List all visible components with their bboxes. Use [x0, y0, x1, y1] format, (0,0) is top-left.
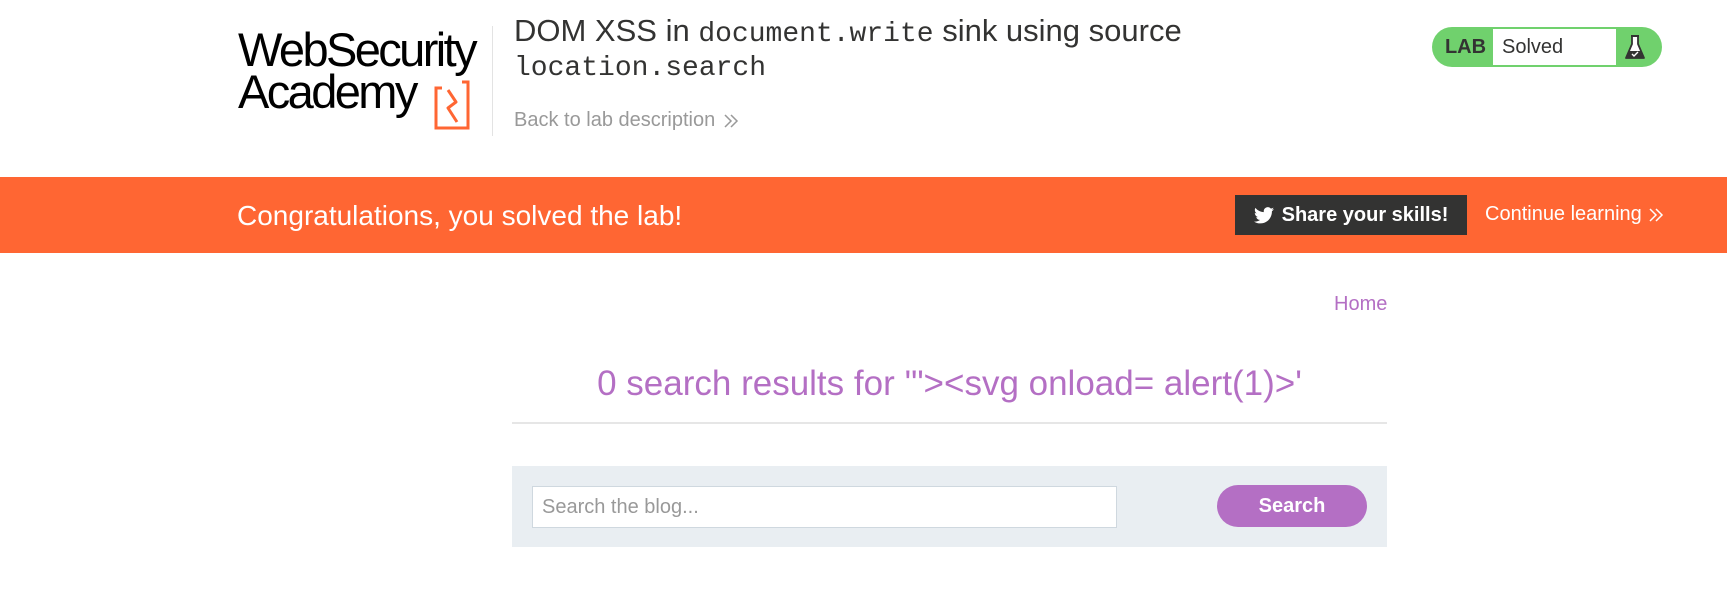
back-to-lab-description-link[interactable]: Back to lab description — [514, 109, 739, 132]
logo-line-2: Academy — [238, 65, 418, 118]
lab-title: DOM XSS in document.write sink using sou… — [514, 13, 1182, 84]
lab-status-text: Solved — [1493, 29, 1616, 65]
lab-header: WebSecurity Academy DOM XSS in document.… — [0, 0, 1727, 176]
heading-divider — [512, 422, 1387, 424]
blog-search-form: Search — [512, 466, 1387, 547]
lab-status-widget: LAB Solved — [1432, 27, 1662, 67]
back-link-label: Back to lab description — [514, 109, 716, 131]
web-security-academy-logo[interactable]: WebSecurity Academy — [238, 24, 488, 130]
double-chevron-right-icon — [1649, 207, 1663, 222]
search-button[interactable]: Search — [1217, 485, 1367, 527]
search-results-heading: 0 search results for '"><svg onload= ale… — [597, 364, 1302, 403]
congratulations-banner: Congratulations, you solved the lab! Sha… — [0, 177, 1727, 253]
share-your-skills-button[interactable]: Share your skills! — [1235, 195, 1467, 235]
double-chevron-right-icon — [724, 113, 739, 128]
continue-learning-label: Continue learning — [1485, 203, 1642, 225]
search-input[interactable] — [532, 486, 1117, 528]
lab-badge: LAB — [1444, 35, 1487, 58]
lab-title-block: DOM XSS in document.write sink using sou… — [514, 13, 1234, 84]
logo-lightning-icon — [434, 80, 470, 130]
share-button-label: Share your skills! — [1281, 203, 1449, 226]
twitter-icon — [1253, 206, 1274, 223]
flask-icon — [1616, 27, 1662, 67]
congratulations-message: Congratulations, you solved the lab! — [237, 200, 683, 231]
continue-learning-link[interactable]: Continue learning — [1485, 203, 1664, 226]
header-divider — [492, 26, 493, 136]
home-link[interactable]: Home — [1334, 293, 1387, 316]
